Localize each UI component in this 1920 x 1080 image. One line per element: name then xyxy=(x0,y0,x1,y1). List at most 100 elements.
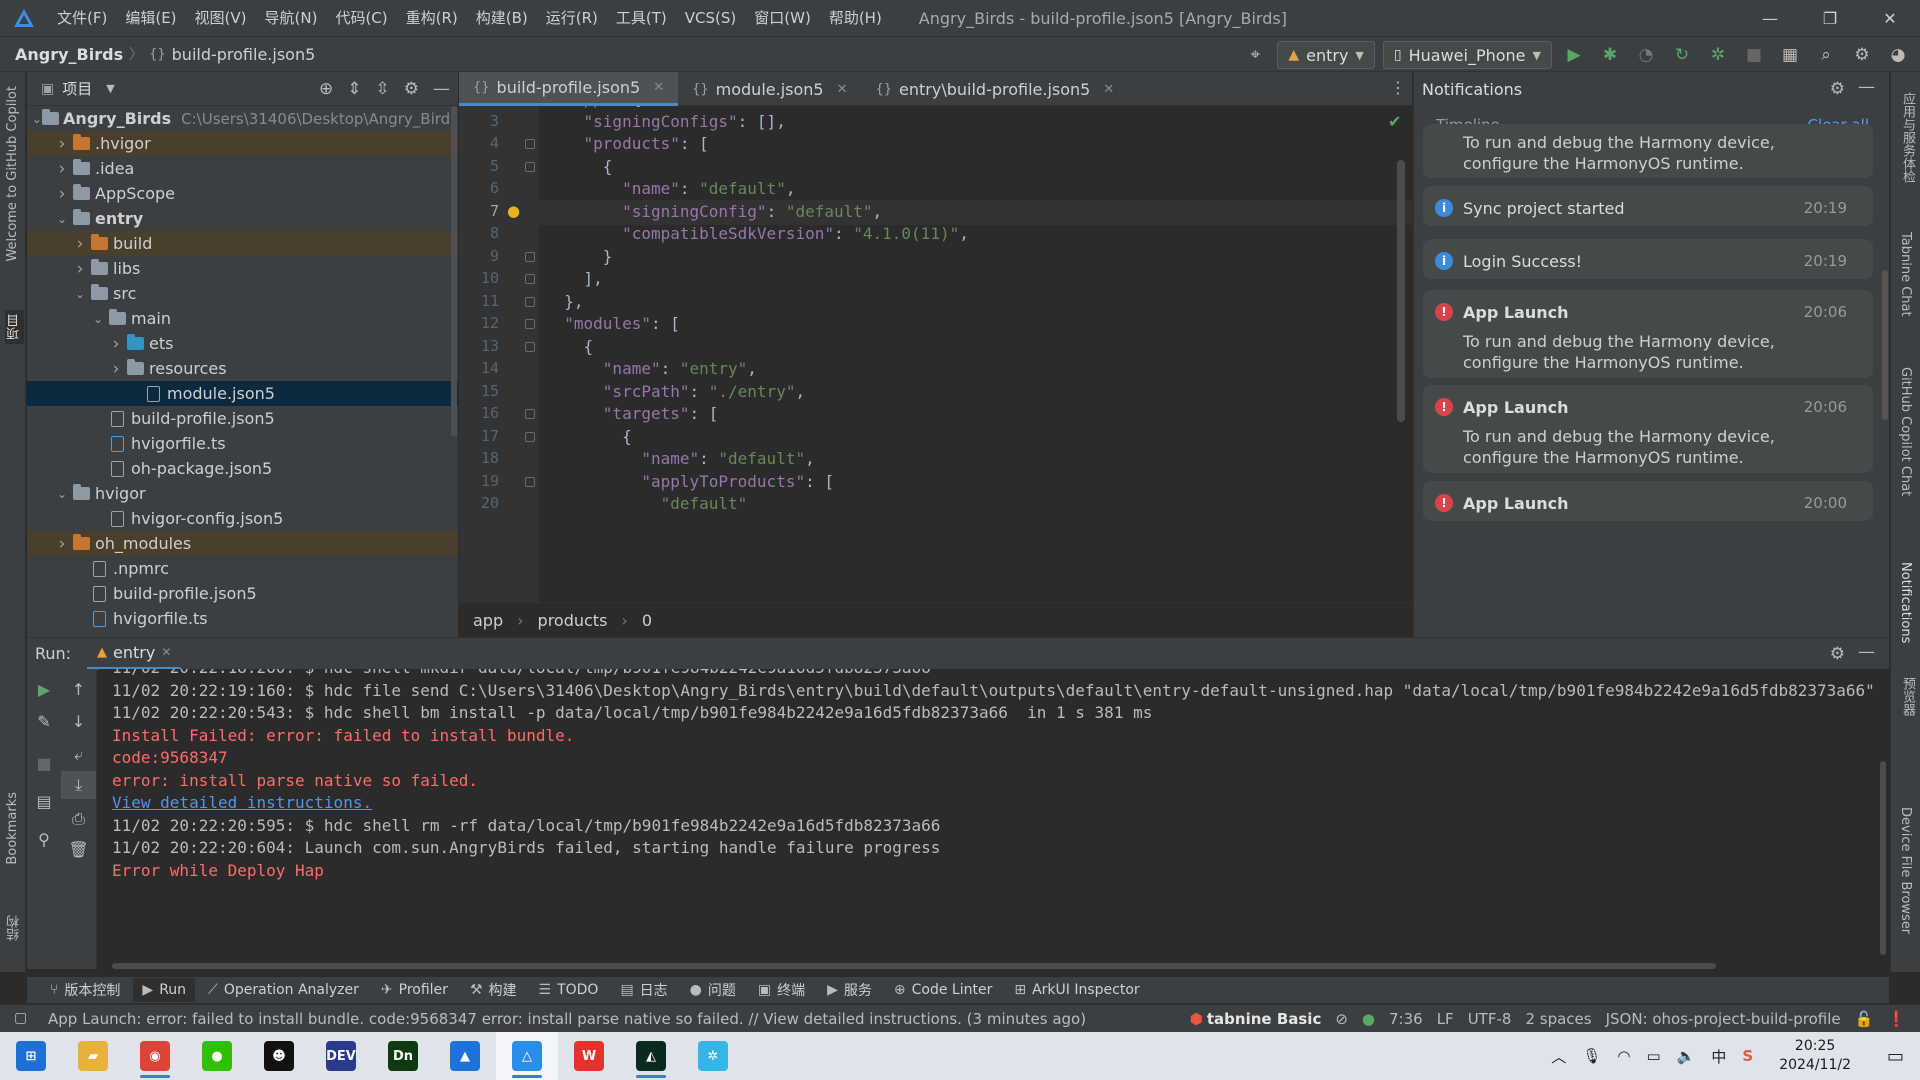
soft-wrap-icon[interactable]: ⤶ xyxy=(61,741,96,769)
copilot-status-icon[interactable]: ⊘ xyxy=(1335,1010,1348,1028)
clear-console-icon[interactable]: 🗑 xyxy=(61,835,96,863)
taskbar-app[interactable]: △ xyxy=(496,1032,558,1080)
breadcrumb-item[interactable]: 0 xyxy=(642,611,652,630)
line-separator[interactable]: LF xyxy=(1437,1010,1454,1028)
tool-tab[interactable]: ⊞ ArkUI Inspector xyxy=(1005,978,1148,1002)
device-file-browser-tab[interactable]: Device File Browser xyxy=(1898,807,1913,934)
tool-tab[interactable]: ▣ 终端 xyxy=(749,978,814,1002)
debug-icon[interactable]: ✱ xyxy=(1596,41,1624,69)
chevron-right-icon[interactable]: › xyxy=(53,184,71,204)
restore-icon[interactable]: ❐ xyxy=(1800,0,1860,36)
menu-item[interactable]: 文件(F) xyxy=(48,0,116,36)
taskbar-app[interactable]: ● xyxy=(186,1032,248,1080)
tree-row[interactable]: oh-package.json5 xyxy=(27,456,458,481)
tree-row[interactable]: › .idea xyxy=(27,156,458,181)
chevron-right-icon[interactable]: › xyxy=(53,159,71,179)
menu-item[interactable]: 运行(R) xyxy=(537,0,607,36)
taskbar-app[interactable]: ◉ xyxy=(124,1032,186,1080)
editor-tab[interactable]: {} module.json5 ✕ xyxy=(678,72,861,106)
fold-marker-icon[interactable] xyxy=(525,274,535,284)
fold-marker-icon[interactable] xyxy=(525,296,535,307)
nav-file[interactable]: {} build-profile.json5 xyxy=(149,45,315,64)
chevron-down-icon[interactable]: ⌄ xyxy=(53,212,71,226)
notification-card[interactable]: i Sync project started 20:19 xyxy=(1423,186,1873,226)
chevron-right-icon[interactable]: › xyxy=(53,534,71,554)
locate-icon[interactable]: ⌖ xyxy=(1241,41,1269,69)
hide-notifications-icon[interactable]: — xyxy=(1858,77,1875,97)
indent-setting[interactable]: 2 spaces xyxy=(1525,1010,1591,1028)
menu-item[interactable]: 导航(N) xyxy=(256,0,327,36)
taskbar-app[interactable]: DEV xyxy=(310,1032,372,1080)
notification-card[interactable]: ! App Launch 20:06 To run and debug the Har… xyxy=(1423,385,1873,473)
json-schema[interactable]: JSON: ohos-project-build-profile xyxy=(1606,1010,1841,1028)
menu-item[interactable]: 编辑(E) xyxy=(116,0,185,36)
chevron-down-icon[interactable]: ⌄ xyxy=(53,487,71,501)
notification-card[interactable]: i Login Success! 20:19 xyxy=(1423,239,1873,279)
stop-icon[interactable]: ■ xyxy=(27,749,61,777)
project-panel-title[interactable]: 项目 xyxy=(62,78,92,99)
device-dropdown[interactable]: ▯ Huawei_Phone ▼ xyxy=(1382,41,1552,69)
stop-icon[interactable]: ■ xyxy=(1740,41,1768,69)
chevron-right-icon[interactable]: › xyxy=(107,334,125,354)
notification-card[interactable]: ! App Launch 20:06 To run and debug the Har… xyxy=(1423,290,1873,378)
fold-marker-icon[interactable] xyxy=(525,319,535,329)
fold-marker-icon[interactable] xyxy=(525,139,535,149)
device-manager-icon[interactable]: ▦ xyxy=(1776,41,1804,69)
view-instructions-link[interactable]: View detailed instructions. xyxy=(112,793,372,812)
menu-item[interactable]: 代码(C) xyxy=(326,0,396,36)
action-center-icon[interactable]: ▭ xyxy=(1887,1046,1904,1067)
fold-marker-icon[interactable] xyxy=(525,409,535,419)
layout-icon[interactable]: ▤ xyxy=(27,787,61,815)
rerun-icon[interactable]: ▶ xyxy=(27,675,61,703)
copilot-welcome-tab[interactable]: Welcome to GitHub Copilot xyxy=(5,86,20,262)
notifications-tab[interactable]: Notifications xyxy=(1898,562,1913,643)
previewer-tab[interactable]: 预览器 xyxy=(1898,677,1917,716)
tree-row[interactable]: › oh_modules xyxy=(27,531,458,556)
chevron-right-icon[interactable]: › xyxy=(53,134,71,154)
tree-row[interactable]: ⌄ main xyxy=(27,306,458,331)
tree-row[interactable]: .npmrc xyxy=(27,556,458,581)
attach-debugger-icon[interactable]: ◔ xyxy=(1632,41,1660,69)
rerun-icon[interactable]: ↻ xyxy=(1668,41,1696,69)
fold-marker-icon[interactable] xyxy=(525,476,535,487)
fold-marker-icon[interactable] xyxy=(525,431,535,442)
close-tab-icon[interactable]: ✕ xyxy=(837,82,848,97)
fold-marker-icon[interactable] xyxy=(525,341,535,352)
search-icon[interactable]: ⌕ xyxy=(1812,41,1840,69)
clock[interactable]: 20:25 2024/11/2 xyxy=(1779,1037,1851,1075)
tree-row[interactable]: hvigorfile.ts xyxy=(27,606,458,631)
status-message[interactable]: App Launch: error: failed to install bun… xyxy=(0,1010,1086,1028)
chevron-right-icon[interactable]: › xyxy=(71,259,89,279)
taskbar-app[interactable]: ⊞ xyxy=(0,1032,62,1080)
account-icon[interactable]: ◕ xyxy=(1884,41,1912,69)
taskbar-app[interactable]: ▰ xyxy=(62,1032,124,1080)
chevron-right-icon[interactable]: › xyxy=(107,359,125,379)
chevron-right-icon[interactable]: › xyxy=(71,234,89,254)
wrench-icon[interactable]: ✎ xyxy=(27,707,61,735)
chevron-down-icon[interactable]: ⌄ xyxy=(71,287,89,301)
show-hidden-icons-icon[interactable]: ︿ xyxy=(1551,1046,1566,1067)
run-icon[interactable]: ▶ xyxy=(1560,41,1588,69)
scroll-to-end-icon[interactable]: ⤓ xyxy=(61,771,96,799)
run-console[interactable]: 11/02 20:22:18:260: $ hdc shell mkdir da… xyxy=(98,669,1888,969)
notification-card[interactable]: To run and debug the Harmony device, con… xyxy=(1423,124,1873,178)
tree-row[interactable]: › libs xyxy=(27,256,458,281)
tree-row[interactable]: build-profile.json5 xyxy=(27,406,458,431)
tool-tab[interactable]: ⑂ 版本控制 xyxy=(41,978,129,1002)
tool-tab[interactable]: ⟋ Operation Analyzer xyxy=(199,978,368,1002)
menu-item[interactable]: 视图(V) xyxy=(186,0,256,36)
fold-marker-icon[interactable] xyxy=(525,251,535,262)
battery-icon[interactable]: ▭ xyxy=(1646,1047,1660,1065)
pin-icon[interactable]: ⚲ xyxy=(27,825,61,853)
menu-item[interactable]: 重构(R) xyxy=(397,0,467,36)
inspection-ok-icon[interactable]: ✔ xyxy=(1388,112,1401,131)
taskbar-app[interactable]: Dn xyxy=(372,1032,434,1080)
tree-row[interactable]: › ets xyxy=(27,331,458,356)
menu-item[interactable]: 帮助(H) xyxy=(820,0,891,36)
chevron-down-icon[interactable]: ▼ xyxy=(106,82,114,95)
close-tab-icon[interactable]: ✕ xyxy=(161,645,171,659)
tool-tab[interactable]: ⚒ 构建 xyxy=(461,978,526,1002)
tree-row[interactable]: › build xyxy=(27,231,458,256)
taskbar-app[interactable]: ▲ xyxy=(434,1032,496,1080)
network-icon[interactable]: ◠ xyxy=(1617,1047,1630,1065)
